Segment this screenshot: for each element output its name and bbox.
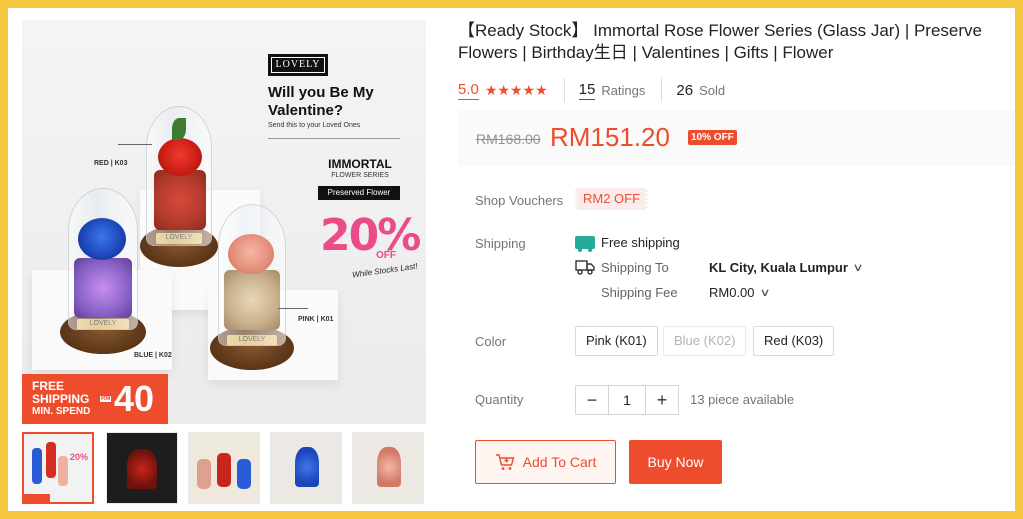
star-icons: ★★★★★: [484, 81, 548, 98]
current-price: RM151.20: [550, 122, 670, 152]
chevron-down-icon[interactable]: ∨: [852, 261, 863, 274]
chevron-down-icon[interactable]: ∨: [759, 286, 770, 299]
banner-amount: 40: [114, 378, 155, 419]
shipping-fee-label: Shipping Fee: [601, 285, 678, 300]
callout-red: RED | K03: [94, 160, 128, 167]
cart-icon: [495, 454, 515, 470]
shipping-to-value[interactable]: KL City, Kuala Lumpur: [709, 260, 848, 275]
free-shipping-text: Free shipping: [601, 235, 680, 250]
variant-red[interactable]: Red (K03): [753, 326, 835, 356]
blue-rose: [78, 218, 126, 260]
free-shipping-row: Free shipping: [575, 235, 680, 252]
stock-available: 13 piece available: [690, 392, 795, 407]
divider: [563, 78, 565, 102]
original-price: RM168.00: [476, 131, 541, 147]
hero-subline: Send this to your Loved Ones: [268, 122, 361, 129]
thumbnail-strip: 20%: [22, 432, 432, 507]
shipping-fee-row: Shipping Fee RM0.00 ∨: [601, 285, 770, 300]
red-rose: [158, 138, 202, 176]
pink-filler: [224, 270, 280, 330]
divider: [661, 78, 663, 102]
sold-count: 26: [676, 81, 694, 99]
buy-now-button[interactable]: Buy Now: [629, 440, 722, 484]
vouchers-label: Shop Vouchers: [475, 193, 564, 208]
free-shipping-icon: [575, 236, 595, 252]
thumbnail-1[interactable]: 20%: [22, 432, 94, 504]
product-title: 【Ready Stock】 Immortal Rose Flower Serie…: [458, 21, 982, 62]
decrement-button[interactable]: −: [576, 386, 608, 414]
increment-button[interactable]: +: [646, 386, 678, 414]
series-title: IMMORTAL: [328, 157, 392, 171]
callout-line: [118, 144, 152, 145]
color-label: Color: [475, 334, 507, 349]
main-product-image[interactable]: LOVELY Will you Be My Valentine? Send th…: [22, 20, 426, 424]
quantity-label: Quantity: [475, 392, 524, 407]
thumbnail-4[interactable]: [270, 432, 342, 504]
quantity-input[interactable]: 1: [608, 386, 646, 414]
shipping-to-label: Shipping To: [601, 259, 669, 275]
banner-rm: RM: [100, 396, 112, 402]
banner-min-spend: MIN. SPEND: [32, 406, 91, 417]
discount-badge: 10% OFF: [688, 130, 737, 145]
pink-rose: [228, 234, 274, 274]
thumbnail-3[interactable]: [188, 432, 260, 504]
discount-percent: 20%: [320, 210, 421, 261]
ratings-count[interactable]: 15: [578, 81, 596, 100]
shipping-to-row: Shipping To KL City, Kuala Lumpur ∨: [575, 259, 864, 275]
rating-stats: 5.0 ★★★★★ 15 Ratings 26 Sold: [458, 76, 725, 104]
leaf: [172, 118, 186, 140]
truck-icon: [575, 260, 595, 275]
banner-shipping: SHIPPING: [32, 392, 90, 406]
quantity-stepper: − 1 +: [575, 385, 679, 415]
divider: [268, 138, 400, 139]
variant-pink[interactable]: Pink (K01): [575, 326, 658, 356]
while-stocks-last: While Stocks Last!: [351, 261, 419, 280]
red-filler: [154, 170, 206, 230]
brand-logo: LOVELY: [268, 54, 328, 76]
thumbnail-5[interactable]: [352, 432, 424, 504]
hero-headline: Will you Be My Valentine?: [268, 84, 374, 119]
free-shipping-banner: FREE SHIPPING MIN. SPEND RM 40: [22, 374, 168, 424]
series-subtitle: FLOWER SERIES: [331, 172, 389, 179]
preserved-tag: Preserved Flower: [318, 186, 400, 200]
shipping-fee-value[interactable]: RM0.00: [709, 285, 755, 300]
discount-off-label: OFF: [376, 250, 396, 261]
variant-blue[interactable]: Blue (K02): [663, 326, 747, 356]
thumbnail-2[interactable]: [106, 432, 178, 504]
shipping-label: Shipping: [475, 236, 526, 251]
voucher-chip[interactable]: RM2 OFF: [575, 188, 649, 210]
add-to-cart-label: Add To Cart: [522, 454, 597, 470]
price-section: RM168.00 RM151.20 10% OFF: [458, 110, 1015, 166]
sold-label: Sold: [699, 82, 726, 98]
product-page: LOVELY Will you Be My Valentine? Send th…: [8, 8, 1015, 511]
callout-blue: BLUE | K02: [134, 352, 172, 359]
rating-value[interactable]: 5.0: [458, 81, 479, 100]
blue-filler: [74, 258, 132, 318]
add-to-cart-button[interactable]: Add To Cart: [475, 440, 616, 484]
banner-free: FREE: [32, 379, 65, 393]
callout-line: [278, 308, 308, 309]
ratings-label: Ratings: [601, 82, 646, 98]
callout-pink: PINK | K01: [298, 316, 334, 323]
